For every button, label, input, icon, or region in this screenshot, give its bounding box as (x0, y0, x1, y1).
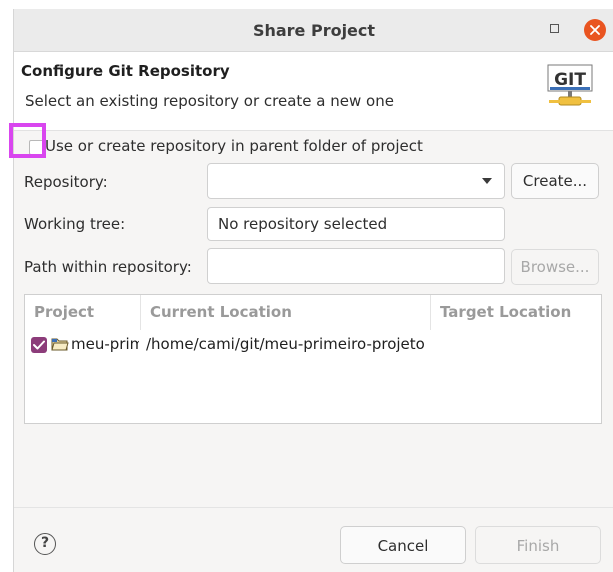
repository-label: Repository: (24, 173, 108, 191)
share-project-dialog: Share Project Configure Git Repository S… (13, 9, 613, 572)
project-folder-icon (51, 338, 69, 351)
cancel-button[interactable]: Cancel (340, 526, 466, 564)
maximize-icon[interactable] (550, 24, 559, 33)
window-title: Share Project (252, 21, 376, 40)
finish-button[interactable]: Finish (475, 526, 601, 564)
project-name-cell: meu-primeiro-projeto (71, 335, 139, 353)
column-header-target-location[interactable]: Target Location (431, 295, 601, 330)
title-bar: Share Project (14, 9, 613, 52)
chevron-down-icon (482, 178, 492, 184)
table-row[interactable]: meu-primeiro-projeto /home/cami/git/meu-… (25, 333, 601, 357)
page-subtitle: Select an existing repository or create … (25, 92, 394, 110)
projects-table: Project Current Location Target Location… (24, 294, 602, 424)
close-icon[interactable] (584, 19, 606, 41)
footer-divider (14, 507, 613, 508)
parent-folder-label: Use or create repository in parent folde… (45, 137, 423, 155)
project-checkbox[interactable] (31, 337, 47, 353)
path-within-repository-label: Path within repository: (24, 258, 192, 276)
wizard-header: Configure Git Repository Select an exist… (14, 52, 613, 131)
column-header-project[interactable]: Project (25, 295, 141, 330)
help-icon[interactable]: ? (34, 533, 56, 555)
browse-button[interactable]: Browse... (511, 249, 599, 285)
current-location-cell: /home/cami/git/meu-primeiro-projeto (146, 335, 425, 353)
page-title: Configure Git Repository (21, 62, 230, 80)
working-tree-field[interactable]: No repository selected (207, 207, 505, 241)
git-logo-icon: GIT (547, 64, 593, 106)
path-within-repository-input[interactable] (207, 248, 505, 284)
highlight-annotation (9, 123, 46, 158)
create-button[interactable]: Create... (511, 163, 599, 199)
column-header-current-location[interactable]: Current Location (141, 295, 431, 330)
working-tree-label: Working tree: (24, 215, 126, 233)
repository-dropdown[interactable] (207, 163, 505, 199)
